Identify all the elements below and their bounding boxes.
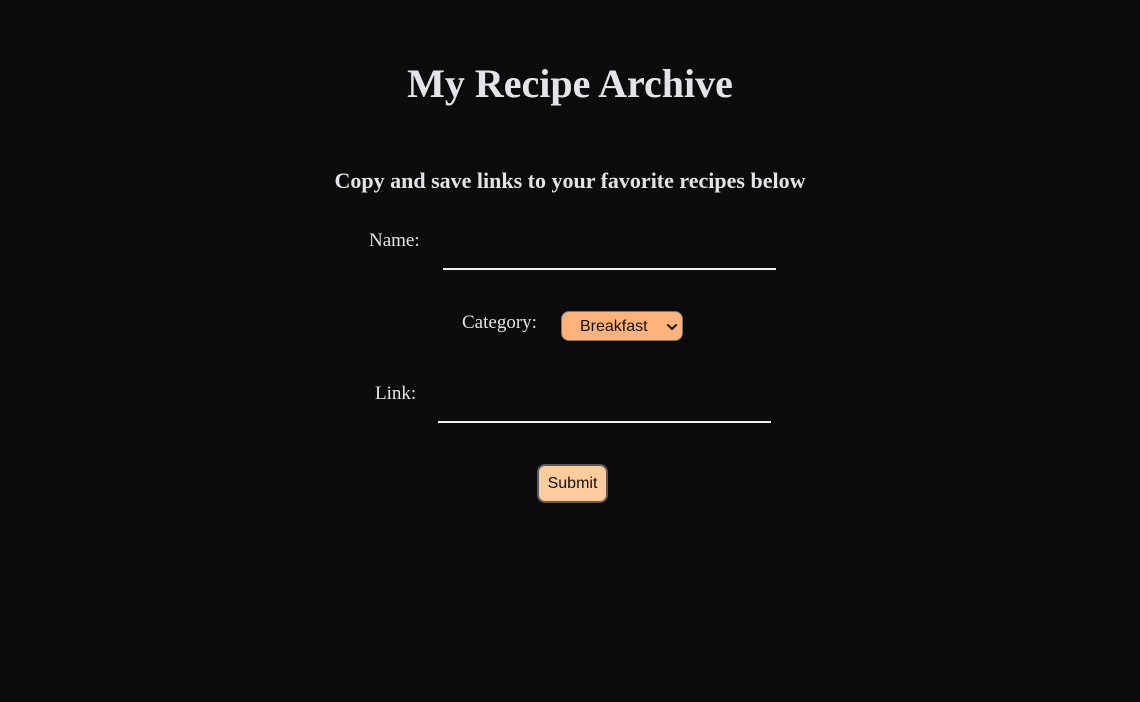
- name-label: Name:: [369, 230, 420, 251]
- chevron-down-icon: [667, 324, 677, 330]
- page-title: My Recipe Archive: [407, 61, 733, 106]
- link-input[interactable]: [438, 395, 771, 423]
- name-input[interactable]: [443, 242, 776, 270]
- page-subtitle: Copy and save links to your favorite rec…: [334, 168, 806, 193]
- category-selected-value: Breakfast: [580, 318, 648, 335]
- category-label: Category:: [462, 312, 537, 333]
- category-select[interactable]: Breakfast: [561, 311, 683, 341]
- link-label: Link:: [375, 383, 417, 404]
- submit-button[interactable]: Submit: [537, 464, 608, 503]
